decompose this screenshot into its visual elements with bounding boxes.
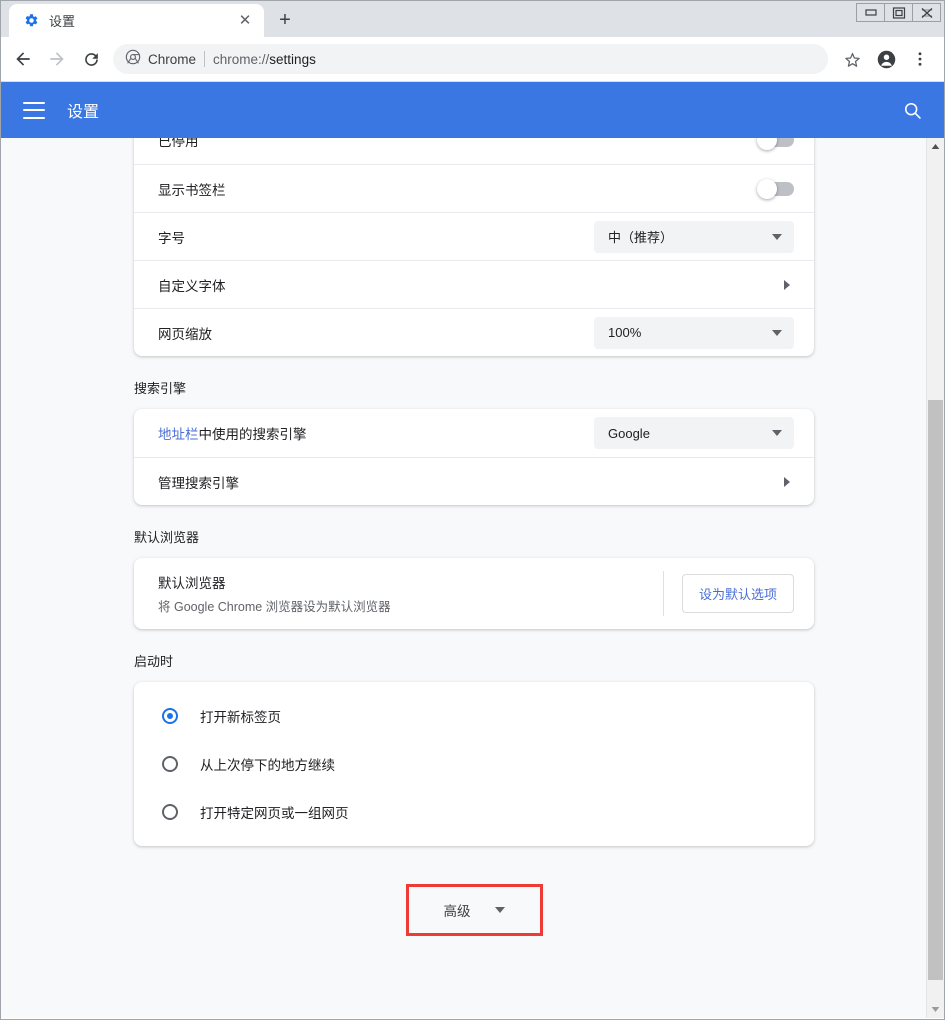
row-label: 网页缩放: [158, 323, 594, 343]
settings-content-area: 已停用 显示书签栏 字号 中（推荐）: [1, 138, 944, 1018]
row-page-zoom[interactable]: 网页缩放 100%: [134, 308, 814, 356]
radio-label: 打开特定网页或一组网页: [200, 802, 349, 822]
row-label-highlight: 地址栏: [158, 427, 199, 442]
account-avatar-icon[interactable]: [870, 43, 902, 75]
row-label: 已停用: [158, 138, 758, 150]
settings-page: 已停用 显示书签栏 字号 中（推荐）: [134, 138, 814, 936]
browser-toolbar: Chrome chrome://settings: [1, 37, 944, 82]
row-label: 地址栏中使用的搜索引擎: [158, 423, 594, 443]
advanced-button[interactable]: 高级: [432, 893, 517, 927]
radio-button[interactable]: [162, 804, 178, 820]
advanced-label: 高级: [444, 900, 471, 920]
select-value: 中（推荐）: [608, 227, 673, 246]
scroll-up-arrow-icon[interactable]: [927, 138, 944, 155]
address-bar[interactable]: Chrome chrome://settings: [113, 44, 828, 74]
advanced-section: 高级: [134, 846, 814, 936]
back-arrow-icon[interactable]: [7, 43, 39, 75]
toggle-show-bookmarks-bar[interactable]: [758, 182, 794, 196]
default-browser-text: 默认浏览器 将 Google Chrome 浏览器设为默认浏览器: [158, 558, 663, 629]
set-as-default-button[interactable]: 设为默认选项: [682, 574, 794, 613]
url-path: settings: [269, 52, 316, 67]
new-tab-button[interactable]: +: [270, 5, 300, 35]
browser-window: 设置 ✕ +: [0, 0, 945, 1020]
tab-strip: 设置 ✕ +: [1, 1, 944, 37]
startup-option-continue[interactable]: 从上次停下的地方继续: [134, 740, 814, 788]
row-label: 自定义字体: [158, 275, 784, 295]
row-label: 管理搜索引擎: [158, 472, 784, 492]
minimize-icon[interactable]: [856, 3, 885, 22]
font-size-select[interactable]: 中（推荐）: [594, 221, 794, 253]
site-identity-label: Chrome: [148, 52, 196, 67]
default-browser-subtitle: 将 Google Chrome 浏览器设为默认浏览器: [158, 596, 663, 615]
toggle-knob: [757, 179, 777, 199]
tab-settings[interactable]: 设置 ✕: [9, 4, 264, 37]
scroll-down-arrow-icon[interactable]: [927, 1001, 944, 1018]
section-title-default-browser: 默认浏览器: [134, 505, 814, 558]
row-label-rest: 中使用的搜索引擎: [199, 427, 307, 442]
chevron-down-icon: [772, 430, 782, 436]
startup-option-specific-pages[interactable]: 打开特定网页或一组网页: [134, 788, 814, 836]
row-label: 字号: [158, 227, 594, 247]
startup-option-new-tab[interactable]: 打开新标签页: [134, 692, 814, 740]
page-title: 设置: [67, 98, 878, 122]
url-scheme: chrome://: [213, 52, 269, 67]
chevron-down-icon: [495, 907, 505, 913]
divider: [663, 571, 664, 616]
gear-icon: [23, 13, 39, 29]
select-value: 100%: [608, 325, 641, 340]
chevron-down-icon: [772, 330, 782, 336]
page-zoom-select[interactable]: 100%: [594, 317, 794, 349]
hamburger-menu-icon[interactable]: [23, 102, 45, 119]
site-identity-chip: Chrome: [125, 49, 196, 70]
omnibox-divider: [204, 51, 205, 67]
default-browser-card: 默认浏览器 将 Google Chrome 浏览器设为默认浏览器 设为默认选项: [134, 558, 814, 629]
star-icon[interactable]: [836, 43, 868, 75]
radio-button[interactable]: [162, 708, 178, 724]
close-icon[interactable]: [912, 3, 941, 22]
tab-title: 设置: [49, 11, 226, 30]
chevron-right-icon: [784, 280, 790, 290]
advanced-highlight-box: 高级: [406, 884, 543, 936]
select-value: Google: [608, 426, 650, 441]
row-disabled[interactable]: 已停用: [134, 138, 814, 164]
reload-icon[interactable]: [75, 43, 107, 75]
radio-label: 打开新标签页: [200, 706, 281, 726]
search-engine-select[interactable]: Google: [594, 417, 794, 449]
chevron-down-icon: [772, 234, 782, 240]
close-icon[interactable]: ✕: [236, 12, 254, 30]
row-default-search-engine[interactable]: 地址栏中使用的搜索引擎 Google: [134, 409, 814, 457]
row-manage-search-engines[interactable]: 管理搜索引擎: [134, 457, 814, 505]
row-font-size[interactable]: 字号 中（推荐）: [134, 212, 814, 260]
toggle-disabled[interactable]: [758, 138, 794, 147]
three-dot-menu-icon[interactable]: [904, 43, 936, 75]
forward-arrow-icon: [41, 43, 73, 75]
settings-header: 设置: [1, 82, 944, 138]
maximize-icon[interactable]: [884, 3, 913, 22]
section-title-search-engine: 搜索引擎: [134, 356, 814, 409]
radio-label: 从上次停下的地方继续: [200, 754, 335, 774]
appearance-card: 已停用 显示书签栏 字号 中（推荐）: [134, 138, 814, 356]
row-default-browser: 默认浏览器 将 Google Chrome 浏览器设为默认浏览器 设为默认选项: [134, 558, 814, 629]
scrollbar-thumb[interactable]: [928, 400, 943, 980]
default-browser-title: 默认浏览器: [158, 572, 663, 592]
row-label: 显示书签栏: [158, 179, 758, 199]
url-text: chrome://settings: [213, 52, 316, 67]
toggle-knob: [757, 138, 777, 150]
section-title-startup: 启动时: [134, 629, 814, 682]
vertical-scrollbar[interactable]: [926, 138, 944, 1018]
search-icon[interactable]: [900, 98, 924, 122]
startup-card: 打开新标签页 从上次停下的地方继续 打开特定网页或一组网页: [134, 682, 814, 846]
search-engine-card: 地址栏中使用的搜索引擎 Google 管理搜索引擎: [134, 409, 814, 505]
window-controls: [857, 3, 941, 22]
chrome-logo-icon: [125, 49, 141, 70]
row-customize-fonts[interactable]: 自定义字体: [134, 260, 814, 308]
chevron-right-icon: [784, 477, 790, 487]
settings-scroll-content: 已停用 显示书签栏 字号 中（推荐）: [1, 138, 926, 1018]
row-show-bookmarks-bar[interactable]: 显示书签栏: [134, 164, 814, 212]
radio-button[interactable]: [162, 756, 178, 772]
